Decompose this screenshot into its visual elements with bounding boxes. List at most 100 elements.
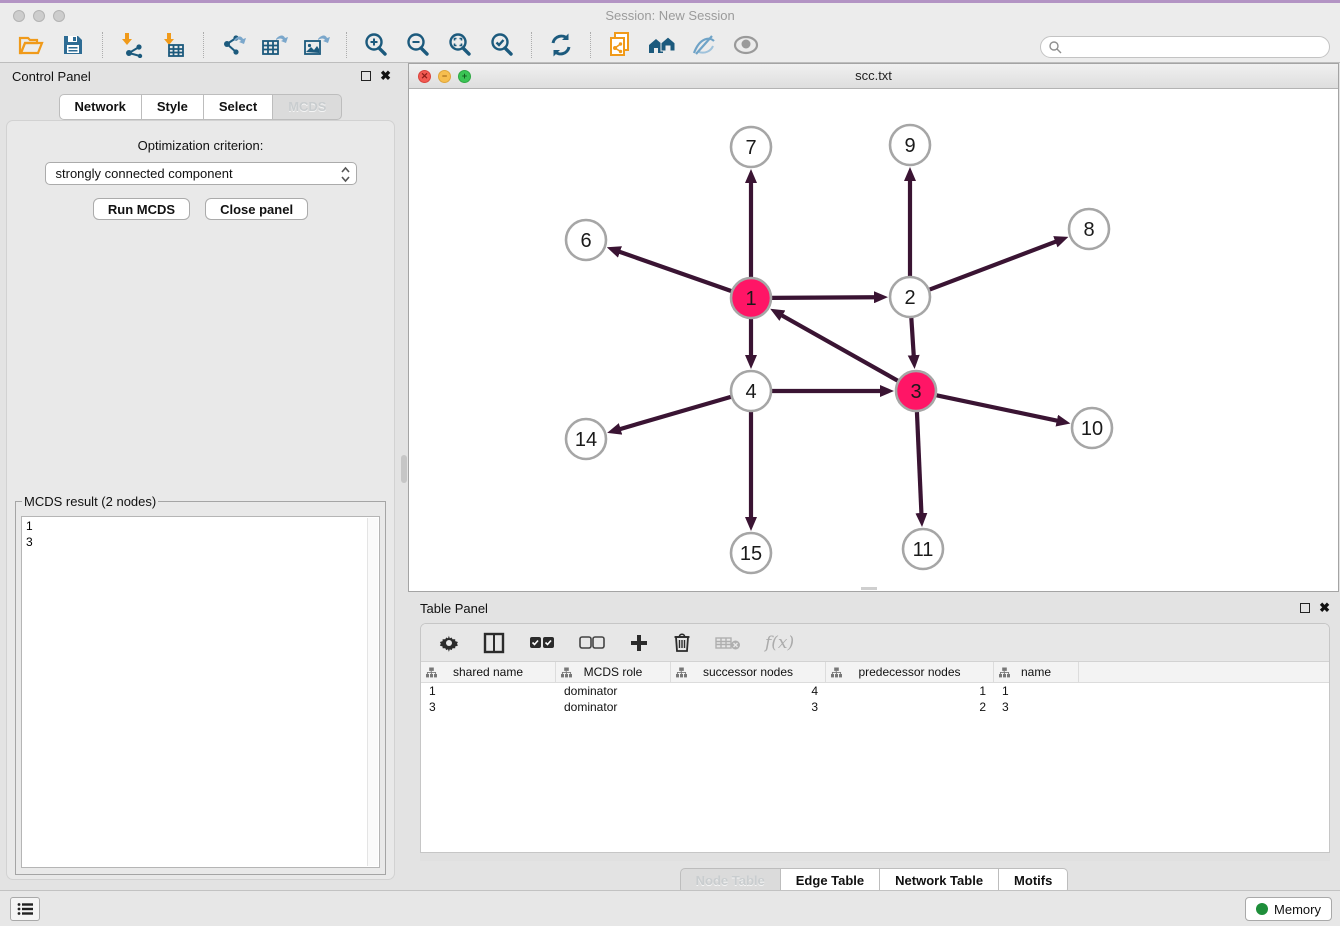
- table-cell[interactable]: 1: [826, 683, 994, 699]
- graph-edge-3-10[interactable]: [937, 395, 1058, 420]
- memory-button[interactable]: Memory: [1245, 897, 1332, 921]
- export-table-icon[interactable]: [260, 31, 290, 59]
- export-image-icon[interactable]: [302, 31, 332, 59]
- canvas-grip: [861, 587, 877, 590]
- tab-mcds[interactable]: MCDS: [273, 94, 342, 120]
- minimize-window-button[interactable]: [33, 10, 45, 22]
- show-overview-icon[interactable]: [647, 31, 677, 59]
- close-table-panel-icon[interactable]: ✖: [1319, 602, 1330, 614]
- window-title: Session: New Session: [0, 3, 1340, 28]
- function-builder-icon: f(x): [765, 633, 794, 653]
- column-sort-icon: [676, 667, 687, 678]
- minimize-view-button[interactable]: −: [438, 70, 451, 83]
- zoom-in-icon[interactable]: [361, 31, 391, 59]
- network-window-titlebar[interactable]: ✕ − + scc.txt: [409, 64, 1338, 89]
- graph-edge-1-6[interactable]: [619, 252, 731, 291]
- zoom-window-button[interactable]: [53, 10, 65, 22]
- table-cell[interactable]: 3: [994, 699, 1079, 715]
- apply-layout-icon[interactable]: [546, 31, 576, 59]
- network-canvas[interactable]: 7968124314101511: [409, 89, 1338, 591]
- table-settings-icon[interactable]: [439, 633, 459, 653]
- maximize-view-button[interactable]: +: [458, 70, 471, 83]
- criterion-value: strongly connected component: [56, 166, 233, 181]
- toolbar-separator: [346, 32, 347, 58]
- table-cell[interactable]: 3: [671, 699, 826, 715]
- graph-edge-3-11[interactable]: [917, 412, 922, 514]
- task-list-icon: [17, 902, 34, 916]
- tab-style[interactable]: Style: [142, 94, 204, 120]
- close-window-button[interactable]: [13, 10, 25, 22]
- app-titlebar: Session: New Session: [0, 3, 1340, 28]
- close-view-button[interactable]: ✕: [418, 70, 431, 83]
- table-cell[interactable]: dominator: [556, 683, 671, 699]
- close-panel-button[interactable]: Close panel: [205, 198, 308, 220]
- table-row[interactable]: 3dominator323: [421, 699, 1329, 715]
- column-header-label: name: [1021, 665, 1051, 679]
- graph-edge-1-2[interactable]: [772, 297, 875, 298]
- close-panel-icon[interactable]: ✖: [380, 70, 391, 82]
- delete-column-icon[interactable]: [673, 632, 691, 653]
- import-network-icon[interactable]: [117, 31, 147, 59]
- unselect-all-columns-icon[interactable]: [579, 636, 605, 650]
- table-cell[interactable]: 1: [421, 683, 556, 699]
- save-session-icon[interactable]: [58, 31, 88, 59]
- column-header-successor-nodes[interactable]: successor nodes: [671, 662, 826, 682]
- export-network-icon[interactable]: [218, 31, 248, 59]
- column-header-MCDS-role[interactable]: MCDS role: [556, 662, 671, 682]
- panel-splitter-handle[interactable]: [401, 455, 407, 483]
- open-session-icon[interactable]: [16, 31, 46, 59]
- control-panel: Control Panel ✖ NetworkStyleSelectMCDS O…: [0, 63, 401, 888]
- table-toolbar: f(x): [421, 624, 1329, 662]
- column-sort-icon: [426, 667, 437, 678]
- tab-network[interactable]: Network: [59, 94, 142, 120]
- show-panels-icon[interactable]: [731, 31, 761, 59]
- column-header-name[interactable]: name: [994, 662, 1079, 682]
- result-line: 3: [26, 534, 375, 550]
- graph-node-label: 2: [904, 287, 915, 309]
- graph-node-label: 9: [904, 135, 915, 157]
- graph-edge-3-1[interactable]: [781, 315, 897, 381]
- clone-network-icon[interactable]: [605, 31, 635, 59]
- table-row[interactable]: 1dominator411: [421, 683, 1329, 699]
- memory-label: Memory: [1274, 902, 1321, 917]
- table-cell[interactable]: 3: [421, 699, 556, 715]
- window-controls[interactable]: [13, 10, 65, 22]
- hide-panels-icon[interactable]: [689, 31, 719, 59]
- column-header-shared-name[interactable]: shared name: [421, 662, 556, 682]
- select-all-columns-icon[interactable]: [529, 636, 555, 650]
- graph-node-label: 11: [913, 539, 934, 561]
- float-table-panel-icon[interactable]: [1300, 603, 1310, 613]
- search-icon: [1048, 40, 1062, 54]
- mcds-result-text[interactable]: 13: [21, 516, 380, 868]
- criterion-dropdown[interactable]: strongly connected component: [45, 162, 357, 185]
- search-input[interactable]: [1040, 36, 1330, 58]
- toolbar-separator: [203, 32, 204, 58]
- table-cell[interactable]: 2: [826, 699, 994, 715]
- network-graph[interactable]: 7968124314101511: [409, 89, 1338, 591]
- zoom-out-icon[interactable]: [403, 31, 433, 59]
- zoom-fit-icon[interactable]: [445, 31, 475, 59]
- table-header-row: shared name MCDS role successor nodesprede…: [421, 662, 1329, 683]
- table-cell[interactable]: 1: [994, 683, 1079, 699]
- table-cell[interactable]: 4: [671, 683, 826, 699]
- tab-select[interactable]: Select: [204, 94, 273, 120]
- zoom-selected-icon[interactable]: [487, 31, 517, 59]
- result-scrollbar[interactable]: [367, 518, 378, 866]
- control-panel-tabs: NetworkStyleSelectMCDS: [0, 94, 401, 120]
- column-header-label: MCDS role: [584, 665, 643, 679]
- task-history-button[interactable]: [10, 897, 40, 921]
- table-panel: Table Panel ✖: [408, 595, 1340, 888]
- toggle-column-view-icon[interactable]: [483, 632, 505, 654]
- graph-edge-2-8[interactable]: [930, 241, 1057, 289]
- table-cell[interactable]: dominator: [556, 699, 671, 715]
- table-scroll-strip[interactable]: [420, 853, 1330, 861]
- graph-node-label: 7: [745, 137, 756, 159]
- float-panel-icon[interactable]: [361, 71, 371, 81]
- column-header-predecessor-nodes[interactable]: predecessor nodes: [826, 662, 994, 682]
- toolbar-separator: [531, 32, 532, 58]
- import-table-icon[interactable]: [159, 31, 189, 59]
- graph-edge-2-3[interactable]: [911, 318, 913, 356]
- add-column-icon[interactable]: [629, 633, 649, 653]
- graph-edge-4-14[interactable]: [620, 397, 731, 429]
- run-mcds-button[interactable]: Run MCDS: [93, 198, 190, 220]
